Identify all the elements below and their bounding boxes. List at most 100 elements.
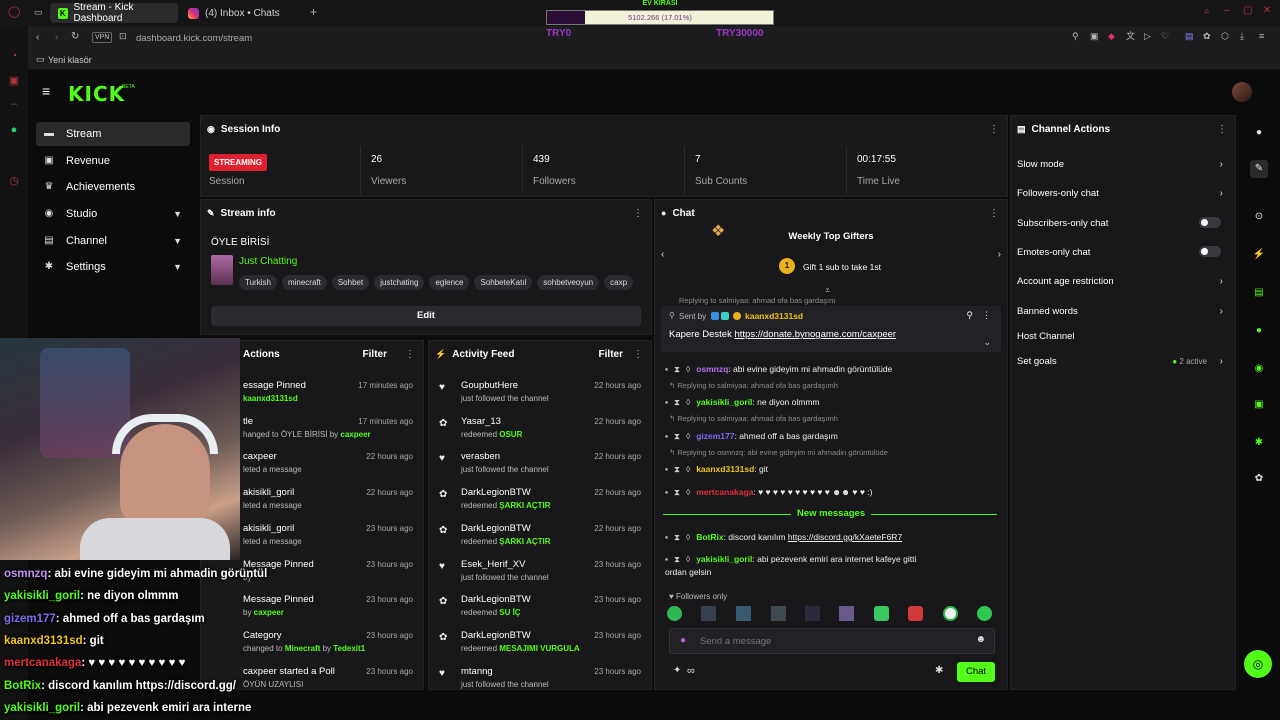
back-icon[interactable]: ‹ [36,33,39,43]
tab-kick-dashboard[interactable]: K Stream - Kick Dashboard [50,2,178,24]
whatsapp-icon[interactable]: ● [6,124,22,140]
mic-icon[interactable]: ● [680,636,686,646]
channel-action-banned-words[interactable]: Banned words › [1017,301,1227,321]
channel-action-subscribers-only-chat[interactable]: Subscribers-only chat [1017,213,1227,233]
sidebar-item-achievements[interactable]: ♛ Achievements [36,175,190,199]
channel-action-slow-mode[interactable]: Slow mode › [1017,154,1227,174]
new-tab-button[interactable]: + [310,5,317,19]
emoji-icon[interactable]: ☻ [975,635,986,645]
timeout-icon[interactable]: ⧗ [674,555,680,564]
extension-icon[interactable]: ▤ [1185,32,1194,41]
emote-icon[interactable] [977,606,992,621]
timeout-icon[interactable]: ⧗ [674,398,680,407]
sidebar-item-revenue[interactable]: ▣ Revenue [36,149,190,173]
filter-button[interactable]: Filter [599,349,623,360]
forward-icon[interactable]: › [55,33,58,43]
edit-button[interactable]: Edit [211,306,641,326]
mod-action-user[interactable]: Tedexit1 [333,644,365,653]
wrench-icon[interactable]: ✱ [1250,434,1268,452]
chat-username[interactable]: yakisikli_goril [696,554,752,564]
chevron-left-icon[interactable]: ‹ [661,250,664,260]
chevron-right-icon[interactable]: › [998,250,1001,260]
activity-user[interactable]: Yasar_13 [461,416,501,427]
more-icon[interactable]: ⋮ [989,124,999,135]
timeout-icon[interactable]: ⧗ [674,365,680,374]
activity-user[interactable]: DarkLegionBTW [461,630,531,641]
play-icon[interactable]: ▷ [1144,32,1151,41]
channel-action-followers-only-chat[interactable]: Followers-only chat › [1017,183,1227,203]
close-icon[interactable]: ✕ [1263,6,1271,16]
collapse-icon[interactable]: ⩡ [825,286,830,295]
chevron-down-icon[interactable]: ⌄ [983,338,991,347]
url-text[interactable]: dashboard.kick.com/stream [136,33,252,44]
snapshot-icon[interactable]: ▣ [1090,32,1099,41]
mod-action-user[interactable]: kaanxd3131sd [243,394,298,403]
emote-icon[interactable] [943,606,958,621]
history-icon[interactable]: ◷ [6,174,22,190]
puzzle-icon[interactable]: ✿ [1203,32,1211,41]
emote-icon[interactable] [908,606,923,621]
bolt-icon[interactable]: ⚡ [1250,246,1268,264]
minimize-icon[interactable]: – [1224,6,1230,16]
target-icon[interactable]: ⊙ [1250,208,1268,226]
broadcast-icon[interactable]: ◉ [1250,360,1268,378]
mod-action-user[interactable]: caxpeer [254,608,284,617]
tab-instagram-inbox[interactable]: (4) Inbox • Chats [180,3,300,23]
shield-icon[interactable]: ◆ [1108,32,1115,41]
more-icon[interactable]: ⋮ [982,311,991,320]
avatar[interactable] [1232,82,1252,102]
channel-action-set-goals[interactable]: Set goals › ● 2 active [1017,351,1227,371]
more-icon[interactable]: ⋮ [1217,124,1227,135]
sidebar-item-stream[interactable]: ▬ Stream [36,122,190,146]
activity-user[interactable]: DarkLegionBTW [461,487,531,498]
activity-user[interactable]: GoupbutHere [461,380,518,391]
delete-icon[interactable]: ▪ [665,432,668,441]
chat-username[interactable]: osmnzq [696,364,728,374]
kick-logo[interactable]: KICK [68,82,125,106]
apps-icon[interactable]: ✿ [1250,470,1268,488]
timeout-icon[interactable]: ⧗ [674,533,680,542]
chat-link[interactable]: https://discord.gg/kXaeteF6R7 [788,532,902,542]
hamburger-icon[interactable]: ≡ [42,84,50,98]
cube-icon[interactable]: ⬡ [1221,32,1229,41]
chat-username[interactable]: BotRix [696,532,723,542]
emote-icon[interactable] [805,606,820,621]
sidebar-item-channel[interactable]: ▤ Channel ▼ [36,229,190,253]
timeout-icon[interactable]: ⧗ [674,432,680,441]
delete-icon[interactable]: ▪ [665,555,668,564]
heart-icon[interactable]: ♡ [1161,32,1169,41]
chat-username[interactable]: kaanxd3131sd [696,464,754,474]
more-icon[interactable]: ⋮ [633,208,643,219]
channel-icon[interactable]: ▣ [1250,396,1268,414]
delete-icon[interactable]: ▪ [665,365,668,374]
activity-user[interactable]: verasben [461,451,500,462]
timeout-icon[interactable]: ⧗ [674,488,680,497]
bookmark-folder[interactable]: Yeni klasör [48,55,92,65]
edit-icon[interactable]: ✎ [1250,160,1268,178]
filter-button[interactable]: Filter [363,349,387,360]
more-icon[interactable]: ⋮ [405,349,415,360]
sidebar-item-studio[interactable]: ◉ Studio ▼ [36,202,190,226]
reload-icon[interactable]: ↻ [71,32,79,42]
chat-send-button[interactable]: Chat [957,662,995,682]
maximize-icon[interactable]: ▢ [1243,6,1252,16]
emote-icon[interactable] [736,606,751,621]
emote-icon[interactable] [839,606,854,621]
pinned-link[interactable]: https://donate.bynogame.com/caxpeer [734,329,896,340]
menu-icon[interactable]: ≡ [1259,32,1264,41]
unpin-icon[interactable]: ⚲ [966,311,973,320]
bookmark-icon[interactable]: ⚲ [1072,32,1079,41]
sidebar-item-settings[interactable]: ✱ Settings ▼ [36,255,190,279]
help-icon[interactable]: ◎ [1244,650,1272,678]
activity-user[interactable]: Esek_Herif_XV [461,559,525,570]
toggle-switch[interactable] [1199,246,1221,257]
channel-action-host-channel[interactable]: Host Channel [1017,326,1227,346]
emote-icon[interactable] [771,606,786,621]
more-icon[interactable]: ⋮ [989,208,999,219]
messenger-icon[interactable]: ◔ [6,50,22,66]
download-icon[interactable]: ⤓ [1240,32,1244,41]
activity-user[interactable]: DarkLegionBTW [461,594,531,605]
delete-icon[interactable]: ▪ [665,398,668,407]
chat-username[interactable]: yakisikli_goril [696,397,752,407]
delete-icon[interactable]: ▪ [665,533,668,542]
